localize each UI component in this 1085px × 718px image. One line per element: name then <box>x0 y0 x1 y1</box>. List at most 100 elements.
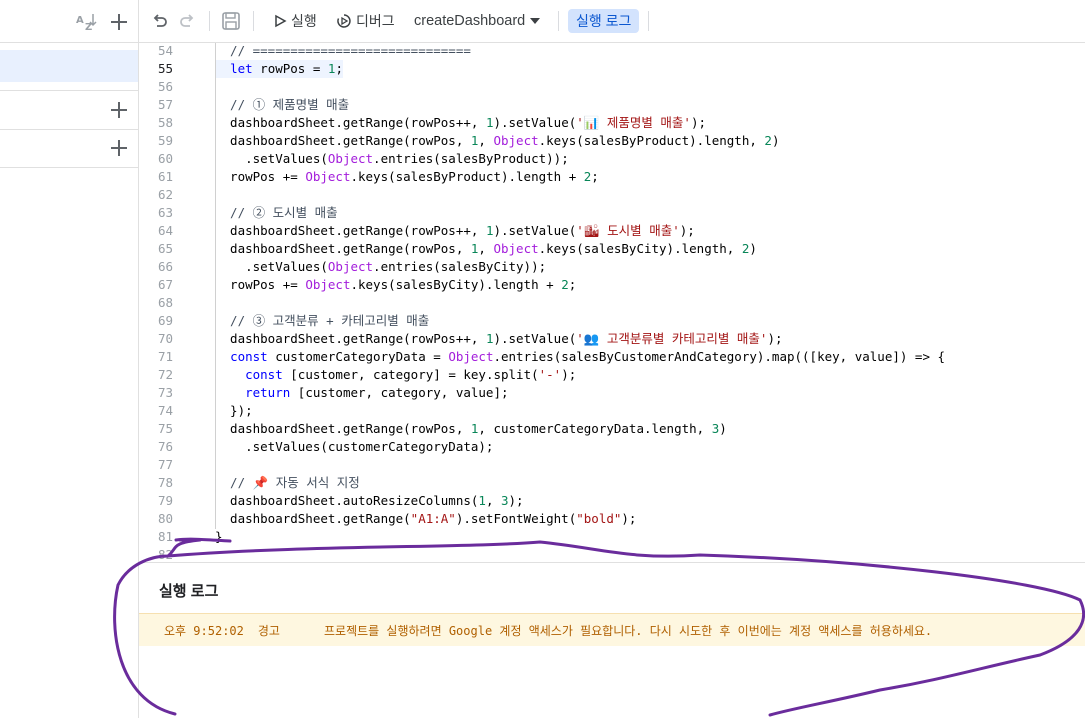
code-line[interactable]: 57 // ① 제품명별 매출 <box>139 96 1085 114</box>
code-line[interactable]: 73 return [customer, category, value]; <box>139 384 1085 402</box>
code-text: dashboardSheet.autoResizeColumns(1, 3); <box>215 493 524 508</box>
file-item-selected[interactable] <box>0 50 138 82</box>
debug-label: 디버그 <box>356 13 395 29</box>
run-log-toggle[interactable]: 실행 로그 <box>568 9 640 33</box>
code-line[interactable]: 81} <box>139 528 1085 546</box>
line-number: 74 <box>157 403 173 418</box>
code-line[interactable]: 55 let rowPos = 1; <box>139 60 1085 78</box>
code-line[interactable]: 71 const customerCategoryData = Object.e… <box>139 348 1085 366</box>
code-text: dashboardSheet.getRange(rowPos++, 1).set… <box>215 331 783 346</box>
line-number: 58 <box>157 115 173 130</box>
code-line[interactable]: 70 dashboardSheet.getRange(rowPos++, 1).… <box>139 330 1085 348</box>
log-time: 오후 9:52:02 <box>164 623 244 638</box>
line-number: 59 <box>157 133 173 148</box>
add-library-button[interactable] <box>108 99 130 121</box>
code-line[interactable]: 82 <box>139 546 1085 561</box>
function-selector[interactable]: createDashboard <box>414 0 541 42</box>
code-line[interactable]: 67 rowPos += Object.keys(salesByCity).le… <box>139 276 1085 294</box>
code-line[interactable]: 61 rowPos += Object.keys(salesByProduct)… <box>139 168 1085 186</box>
code-text: return [customer, category, value]; <box>245 385 509 400</box>
line-number: 54 <box>157 43 173 58</box>
run-label: 실행 <box>291 13 317 29</box>
code-line[interactable]: 62 <box>139 186 1085 204</box>
chevron-down-icon <box>530 18 541 24</box>
code-text: // 📌 자동 서식 지정 <box>215 475 360 490</box>
toolbar-divider <box>558 11 559 31</box>
indent-guide <box>215 43 216 529</box>
line-number: 56 <box>157 79 173 94</box>
line-number: 70 <box>157 331 173 346</box>
code-line[interactable]: 64 dashboardSheet.getRange(rowPos++, 1).… <box>139 222 1085 240</box>
play-icon <box>275 14 287 28</box>
line-number: 62 <box>157 187 173 202</box>
line-number: 65 <box>157 241 173 256</box>
code-line[interactable]: 79 dashboardSheet.autoResizeColumns(1, 3… <box>139 492 1085 510</box>
redo-icon <box>180 14 194 27</box>
code-text: dashboardSheet.getRange(rowPos++, 1).set… <box>215 223 695 238</box>
code-line[interactable]: 54 // ============================= <box>139 43 1085 60</box>
code-text: } <box>215 529 223 544</box>
code-text: .setValues(customerCategoryData); <box>215 439 494 454</box>
code-text: // ② 도시별 매출 <box>215 205 338 220</box>
line-number: 81 <box>157 529 173 544</box>
line-number: 73 <box>157 385 173 400</box>
undo-button[interactable] <box>151 0 169 42</box>
code-editor[interactable]: 54 // ============================= 55 le… <box>139 43 1085 561</box>
code-line[interactable]: 80 dashboardSheet.getRange("A1:A").setFo… <box>139 510 1085 528</box>
line-number: 76 <box>157 439 173 454</box>
execution-log-panel: 실행 로그 오후 9:52:02 경고 프로젝트를 실행하려면 Google 계… <box>139 562 1085 718</box>
code-text: }); <box>215 403 253 418</box>
code-line[interactable]: 58 dashboardSheet.getRange(rowPos++, 1).… <box>139 114 1085 132</box>
debug-button[interactable]: 디버그 <box>336 0 395 42</box>
code-line[interactable]: 76 .setValues(customerCategoryData); <box>139 438 1085 456</box>
code-line[interactable]: 66 .setValues(Object.entries(salesByCity… <box>139 258 1085 276</box>
run-button[interactable]: 실행 <box>273 0 317 42</box>
code-text: dashboardSheet.getRange(rowPos, 1, Objec… <box>215 241 757 256</box>
code-line[interactable]: 77 <box>139 456 1085 474</box>
files-panel-header: A Z <box>0 0 138 43</box>
undo-icon <box>153 14 167 27</box>
line-number: 72 <box>157 367 173 382</box>
code-line[interactable]: 59 dashboardSheet.getRange(rowPos, 1, Ob… <box>139 132 1085 150</box>
line-number: 67 <box>157 277 173 292</box>
code-text: // ① 제품명별 매출 <box>215 97 350 112</box>
sort-az-icon[interactable]: A Z <box>76 11 98 33</box>
files-panel: A Z <box>0 0 139 718</box>
code-text: dashboardSheet.getRange("A1:A").setFontW… <box>215 511 637 526</box>
code-line[interactable]: 63 // ② 도시별 매출 <box>139 204 1085 222</box>
code-text: const customerCategoryData = Object.entr… <box>230 349 946 364</box>
log-entry-warning: 오후 9:52:02 경고 프로젝트를 실행하려면 Google 계정 액세스가… <box>139 613 1085 646</box>
libraries-section <box>0 90 138 130</box>
add-service-button[interactable] <box>108 137 130 159</box>
code-line[interactable]: 56 <box>139 78 1085 96</box>
code-line[interactable]: 60 .setValues(Object.entries(salesByProd… <box>139 150 1085 168</box>
code-line[interactable]: 65 dashboardSheet.getRange(rowPos, 1, Ob… <box>139 240 1085 258</box>
line-number: 77 <box>157 457 173 472</box>
code-text: dashboardSheet.getRange(rowPos, 1, Objec… <box>215 133 780 148</box>
code-text: dashboardSheet.getRange(rowPos, 1, custo… <box>215 421 727 436</box>
execution-log-title: 실행 로그 <box>159 583 219 600</box>
code-line[interactable]: 72 const [customer, category] = key.spli… <box>139 366 1085 384</box>
toolbar-divider <box>209 11 210 31</box>
code-text: .setValues(Object.entries(salesByProduct… <box>215 151 569 166</box>
redo-button[interactable] <box>178 0 196 42</box>
code-line[interactable]: 78 // 📌 자동 서식 지정 <box>139 474 1085 492</box>
add-file-button[interactable] <box>108 11 130 33</box>
editor-toolbar: 실행 디버그 createDashboard 실행 로그 <box>139 0 1085 43</box>
save-button[interactable] <box>221 0 241 42</box>
line-number: 75 <box>157 421 173 436</box>
code-text: dashboardSheet.getRange(rowPos++, 1).set… <box>215 115 706 130</box>
log-message: 프로젝트를 실행하려면 Google 계정 액세스가 필요합니다. 다시 시도한… <box>323 623 933 638</box>
code-text: .setValues(Object.entries(salesByCity)); <box>215 259 547 274</box>
line-number: 79 <box>157 493 173 508</box>
code-line[interactable]: 74 }); <box>139 402 1085 420</box>
code-text: rowPos += Object.keys(salesByCity).lengt… <box>215 277 577 292</box>
code-line[interactable]: 75 dashboardSheet.getRange(rowPos, 1, cu… <box>139 420 1085 438</box>
code-text: // ③ 고객분류 + 카테고리별 매출 <box>215 313 430 328</box>
code-text: rowPos += Object.keys(salesByProduct).le… <box>215 169 599 184</box>
line-number: 80 <box>157 511 173 526</box>
code-text: let rowPos = 1; <box>215 60 343 78</box>
code-line[interactable]: 68 <box>139 294 1085 312</box>
line-number: 63 <box>157 205 173 220</box>
code-line[interactable]: 69 // ③ 고객분류 + 카테고리별 매출 <box>139 312 1085 330</box>
